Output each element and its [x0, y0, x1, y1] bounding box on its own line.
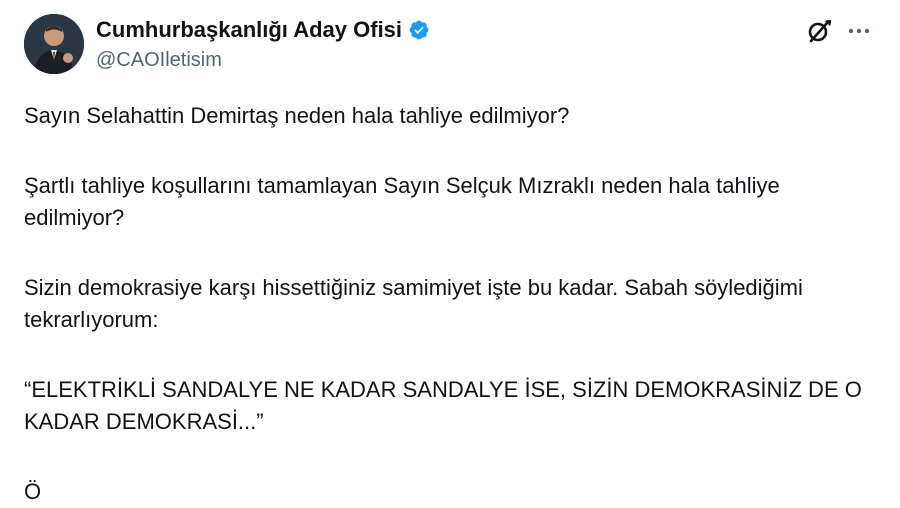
tweet-card: Cumhurbaşkanlığı Aday Ofisi @CAOIletisim… [0, 0, 900, 504]
verified-badge-icon [409, 20, 429, 40]
tweet-paragraph: “ELEKTRİKLİ SANDALYE NE KADAR SANDALYE İ… [24, 377, 862, 434]
tweet-paragraph: Sizin demokrasiye karşı hissettiğiniz sa… [24, 275, 803, 332]
avatar-photo-icon [24, 14, 84, 74]
author-row: Cumhurbaşkanlığı Aday Ofisi [96, 17, 430, 43]
tweet-paragraph: Sayın Selahattin Demirtaş neden hala tah… [24, 103, 570, 128]
avatar[interactable] [24, 14, 84, 74]
tweet-body: Sayın Selahattin Demirtaş neden hala tah… [24, 100, 874, 508]
slashed-circle-icon[interactable] [806, 18, 832, 44]
more-horizontal-icon[interactable] [846, 22, 872, 40]
author-handle[interactable]: @CAOIletisim [96, 49, 222, 72]
tweet-paragraph-cutoff: Ö [24, 479, 42, 504]
author-display-name[interactable]: Cumhurbaşkanlığı Aday Ofisi [96, 17, 402, 43]
tweet-paragraph: Şartlı tahliye koşullarını tamamlayan Sa… [24, 173, 780, 230]
